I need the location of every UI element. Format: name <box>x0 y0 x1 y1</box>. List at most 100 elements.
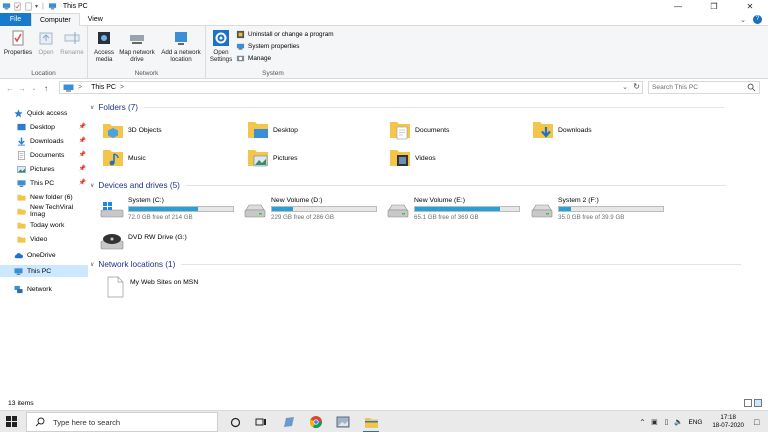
up-arrow-icon[interactable]: ↑ <box>40 84 52 93</box>
nav-item-today-work[interactable]: Today work <box>0 219 88 231</box>
drives-header-text: Devices and drives (5) <box>98 181 180 190</box>
help-icon[interactable]: ? <box>753 15 762 24</box>
drive-d[interactable]: New Volume (D:) 229 GB free of 286 GB <box>243 197 383 223</box>
hard-drive-icon <box>244 204 266 218</box>
system-properties-button[interactable]: System properties <box>236 42 300 51</box>
open-button[interactable]: Open <box>35 29 57 56</box>
restore-button[interactable]: ❐ <box>696 0 732 13</box>
item-count: 13 items <box>8 400 34 407</box>
rename-button[interactable]: Rename <box>58 29 86 56</box>
access-media-button[interactable]: Access media <box>90 29 118 63</box>
title-separator: | <box>42 3 44 10</box>
3d-objects-folder-icon <box>103 124 123 138</box>
nav-item-video[interactable]: Video <box>0 233 88 245</box>
app-icon-photos[interactable] <box>335 414 351 430</box>
address-separator[interactable]: > <box>78 84 82 91</box>
nav-onedrive[interactable]: OneDrive <box>0 249 88 261</box>
refresh-icon[interactable]: ↻ <box>633 82 640 91</box>
nav-item-downloads[interactable]: Downloads 📌 <box>0 135 88 147</box>
folder-downloads[interactable]: Downloads <box>532 119 592 141</box>
folder-documents[interactable]: Documents <box>389 119 449 141</box>
cortana-icon[interactable] <box>227 414 243 430</box>
uninstall-program-button[interactable]: Uninstall or change a program <box>236 30 334 39</box>
drive-f[interactable]: System 2 (F:) 35.0 GB free of 39.9 GB <box>530 197 670 223</box>
system-tray: ⌃ ▣ ▯ 🔈 ENG 17:18 18-07-2020 □ <box>636 411 768 432</box>
search-icon <box>35 417 45 427</box>
computer-icon[interactable] <box>2 2 11 11</box>
nav-network[interactable]: Network <box>0 283 88 295</box>
network-group-header[interactable]: ∨ Network locations (1) <box>90 260 742 269</box>
drives-group-header[interactable]: ∨ Devices and drives (5) <box>90 181 726 190</box>
collapse-chevron-icon[interactable]: ∨ <box>90 182 94 189</box>
chrome-icon[interactable] <box>308 414 324 430</box>
tab-computer[interactable]: Computer <box>31 12 80 26</box>
search-icon[interactable] <box>747 83 756 92</box>
group-label-network: Network <box>134 70 159 77</box>
add-network-location-button[interactable]: Add a network location <box>158 29 204 63</box>
tray-overflow-icon[interactable]: ⌃ <box>636 418 648 427</box>
drive-dvd[interactable]: DVD RW Drive (G:) <box>100 228 240 254</box>
address-separator-trailing[interactable]: > <box>120 84 124 91</box>
network-status-icon[interactable]: ▣ <box>648 418 660 426</box>
hard-drive-icon <box>387 204 409 218</box>
notifications-icon[interactable]: □ <box>754 417 768 427</box>
nav-this-pc[interactable]: This PC <box>0 265 88 277</box>
forward-arrow-icon[interactable]: → <box>16 84 28 93</box>
drive-c[interactable]: System (C:) 72.0 GB free of 214 GB <box>100 197 240 223</box>
videos-folder-icon <box>390 150 410 166</box>
collapse-chevron-icon[interactable]: ∨ <box>90 261 94 268</box>
nav-item-desktop[interactable]: Desktop 📌 <box>0 121 88 133</box>
network-location-icon <box>175 32 187 45</box>
volume-icon[interactable]: 🔈 <box>672 418 684 426</box>
network-location-msn[interactable]: My Web Sites on MSN <box>104 276 198 298</box>
windows-start-icon[interactable] <box>6 416 17 427</box>
nav-item-pictures[interactable]: Pictures 📌 <box>0 163 88 175</box>
search-input[interactable] <box>649 82 741 93</box>
folder-pictures[interactable]: Pictures <box>247 147 298 169</box>
language-indicator[interactable]: ENG <box>688 419 702 426</box>
close-button[interactable]: ✕ <box>732 0 768 13</box>
app-icon-notes[interactable] <box>281 414 297 430</box>
back-arrow-icon[interactable]: ← <box>4 84 16 93</box>
clock[interactable]: 17:18 18-07-2020 <box>712 414 744 430</box>
minimize-button[interactable]: — <box>660 0 696 13</box>
collapse-chevron-icon[interactable]: ∨ <box>90 104 94 111</box>
nav-quick-access[interactable]: Quick access <box>0 107 88 119</box>
folder-3d-objects[interactable]: 3D Objects <box>102 119 162 141</box>
this-pc-icon <box>17 179 26 187</box>
map-network-drive-button[interactable]: Map network drive <box>118 29 156 63</box>
pin-icon: 📌 <box>78 138 86 144</box>
details-view-icon[interactable] <box>744 399 752 407</box>
folder-music[interactable]: Music <box>102 147 146 169</box>
battery-icon[interactable]: ▯ <box>660 418 672 426</box>
nav-item-this-pc-pinned[interactable]: This PC 📌 <box>0 177 88 189</box>
tab-file[interactable]: File <box>0 12 31 26</box>
folder-videos[interactable]: Videos <box>389 147 436 169</box>
folders-group-header[interactable]: ∨ Folders (7) <box>90 103 724 112</box>
open-settings-button[interactable]: Open Settings <box>208 29 234 63</box>
tab-view[interactable]: View <box>80 13 111 26</box>
nav-item-new-folder[interactable]: New folder (6) <box>0 191 88 203</box>
large-icons-view-icon[interactable] <box>754 399 762 407</box>
expand-ribbon-icon[interactable]: ⌄ <box>740 16 746 24</box>
new-folder-icon[interactable] <box>24 2 33 11</box>
address-path-box[interactable]: > This PC > ⌄ ↻ <box>59 81 643 94</box>
taskbar-search-box[interactable]: Type here to search <box>26 412 218 432</box>
task-view-icon[interactable] <box>253 414 269 430</box>
address-path[interactable]: This PC <box>91 84 116 91</box>
window-title: This PC <box>62 3 88 10</box>
nav-item-documents[interactable]: Documents 📌 <box>0 149 88 161</box>
address-dropdown-icon[interactable]: ⌄ <box>622 83 628 91</box>
nav-item-techviral[interactable]: New TechViral Imag <box>0 204 88 218</box>
drive-e[interactable]: New Volume (E:) 65.1 GB free of 369 GB <box>386 197 526 223</box>
content-pane: ∨ Folders (7) 3D Objects Desktop Documen… <box>90 100 768 390</box>
manage-button[interactable]: Manage <box>236 54 271 63</box>
properties-button[interactable]: Properties <box>3 29 33 56</box>
search-box[interactable] <box>648 81 760 94</box>
drive-free-space: 229 GB free of 286 GB <box>271 214 334 221</box>
file-explorer-taskbar-icon[interactable] <box>363 414 379 432</box>
recent-locations-icon[interactable]: ⌄ <box>28 85 40 92</box>
folder-desktop[interactable]: Desktop <box>247 119 298 141</box>
properties-icon[interactable] <box>13 2 22 11</box>
quick-access-dropdown-icon[interactable]: ▾ <box>35 3 38 10</box>
